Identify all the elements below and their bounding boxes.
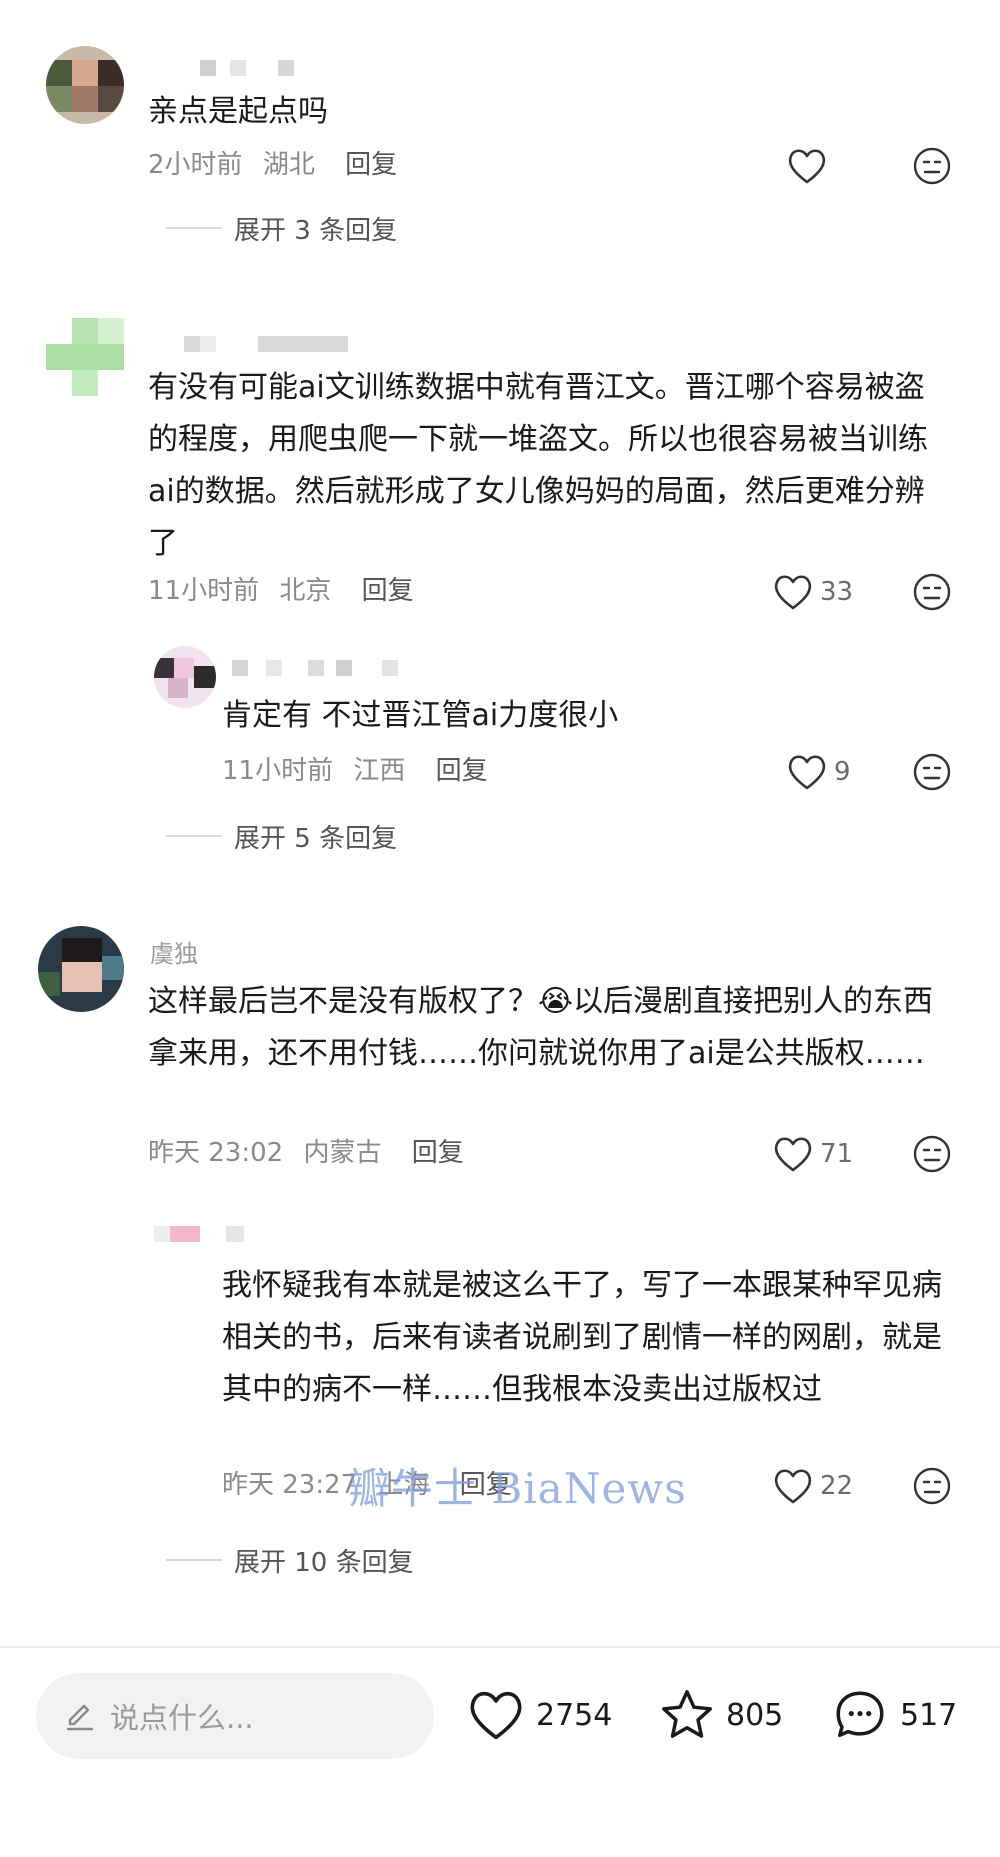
avatar[interactable]	[46, 318, 124, 396]
star-icon	[662, 1690, 712, 1738]
avatar[interactable]	[154, 646, 216, 708]
comment-meta: 11小时前 北京 回复	[148, 574, 414, 608]
comment-location: 江西	[353, 756, 406, 786]
pencil-icon	[66, 1704, 94, 1731]
expand-replies-button[interactable]: 展开 10 条回复	[166, 1542, 414, 1578]
neutral-face-icon	[913, 1467, 951, 1505]
comment-time: 昨天 23:02	[148, 1138, 284, 1168]
dislike-button[interactable]	[912, 572, 952, 612]
like-button[interactable]	[786, 146, 828, 186]
chat-bubble-icon	[836, 1691, 884, 1738]
like-button[interactable]: 33	[772, 572, 853, 612]
comment-text: 亲点是起点吗	[148, 94, 328, 129]
username-blurred[interactable]	[184, 336, 354, 352]
like-count: 33	[820, 577, 854, 607]
heart-icon	[774, 1137, 812, 1172]
reply-button[interactable]: 回复	[345, 150, 397, 180]
comment-text: 有没有可能ai文训练数据中就有晋江文。晋江哪个容易被盗的程度，用爬虫爬一下就一堆…	[148, 370, 928, 561]
comment-input[interactable]: 说点什么...	[36, 1673, 434, 1759]
post-like-count: 2754	[536, 1697, 613, 1733]
comment-count: 517	[900, 1697, 958, 1733]
favorite-count: 805	[726, 1697, 784, 1733]
neutral-face-icon	[913, 753, 951, 791]
comments-button[interactable]: 517	[830, 1680, 957, 1750]
bottom-bar-divider	[0, 1646, 1000, 1648]
neutral-face-icon	[913, 573, 951, 611]
reply-text: 肯定有 不过晋江管ai力度很小	[222, 698, 619, 733]
comment-time: 昨天 23:27	[222, 1470, 358, 1500]
heart-icon	[788, 149, 826, 184]
like-count: 9	[834, 757, 851, 787]
comment-text: 这样最后岂不是没有版权了？😭以后漫剧直接把别人的东西拿来用，还不用付钱……你问就…	[148, 984, 934, 1071]
comment-time: 2小时前	[148, 150, 243, 180]
reply-button[interactable]: 回复	[412, 1138, 464, 1168]
like-button[interactable]: 22	[772, 1466, 853, 1506]
expand-label: 展开 10 条回复	[234, 1547, 414, 1578]
username[interactable]: 虞独	[150, 934, 198, 969]
heart-icon	[788, 755, 826, 790]
reply-text: 我怀疑我有本就是被这么干了，写了一本跟某种罕见病相关的书，后来有读者说刷到了剧情…	[222, 1268, 942, 1407]
comment-time: 11小时前	[222, 756, 334, 786]
username-blurred[interactable]	[200, 60, 300, 76]
like-button[interactable]: 9	[786, 752, 851, 792]
expand-label: 展开 5 条回复	[234, 823, 398, 854]
reply-button[interactable]: 回复	[362, 576, 414, 606]
reply-button[interactable]: 回复	[436, 756, 488, 786]
watermark: 瓣牛士 BiaNews	[348, 1464, 687, 1513]
dislike-button[interactable]	[912, 146, 952, 186]
dislike-button[interactable]	[912, 1466, 952, 1506]
heart-icon	[774, 1469, 812, 1504]
comment-input-placeholder: 说点什么...	[110, 1701, 254, 1735]
comment-meta: 2小时前 湖北 回复	[148, 148, 397, 182]
dislike-button[interactable]	[912, 752, 952, 792]
dislike-button[interactable]	[912, 1134, 952, 1174]
favorite-button[interactable]: 805	[658, 1680, 783, 1750]
expand-line	[166, 835, 222, 837]
comment-meta: 11小时前 江西 回复	[222, 754, 488, 788]
comment-location: 内蒙古	[303, 1138, 382, 1168]
like-count: 71	[820, 1139, 854, 1169]
avatar[interactable]	[46, 46, 124, 124]
username-blurred[interactable]	[232, 660, 402, 676]
like-count: 22	[820, 1471, 854, 1501]
like-button[interactable]: 71	[772, 1134, 853, 1174]
expand-replies-button[interactable]: 展开 5 条回复	[166, 818, 397, 854]
expand-replies-button[interactable]: 展开 3 条回复	[166, 210, 397, 246]
expand-label: 展开 3 条回复	[234, 215, 398, 246]
neutral-face-icon	[913, 1135, 951, 1173]
expand-line	[166, 227, 222, 229]
heart-icon	[470, 1691, 522, 1740]
avatar[interactable]	[38, 926, 124, 1012]
heart-icon	[774, 575, 812, 610]
comment-location: 湖北	[262, 150, 315, 180]
expand-line	[166, 1559, 222, 1561]
comment-location: 北京	[279, 576, 332, 606]
username-blurred[interactable]	[154, 1226, 254, 1242]
comment-time: 11小时前	[148, 576, 260, 606]
comment-meta: 昨天 23:02 内蒙古 回复	[148, 1136, 464, 1170]
like-post-button[interactable]: 2754	[466, 1680, 612, 1750]
neutral-face-icon	[913, 147, 951, 185]
